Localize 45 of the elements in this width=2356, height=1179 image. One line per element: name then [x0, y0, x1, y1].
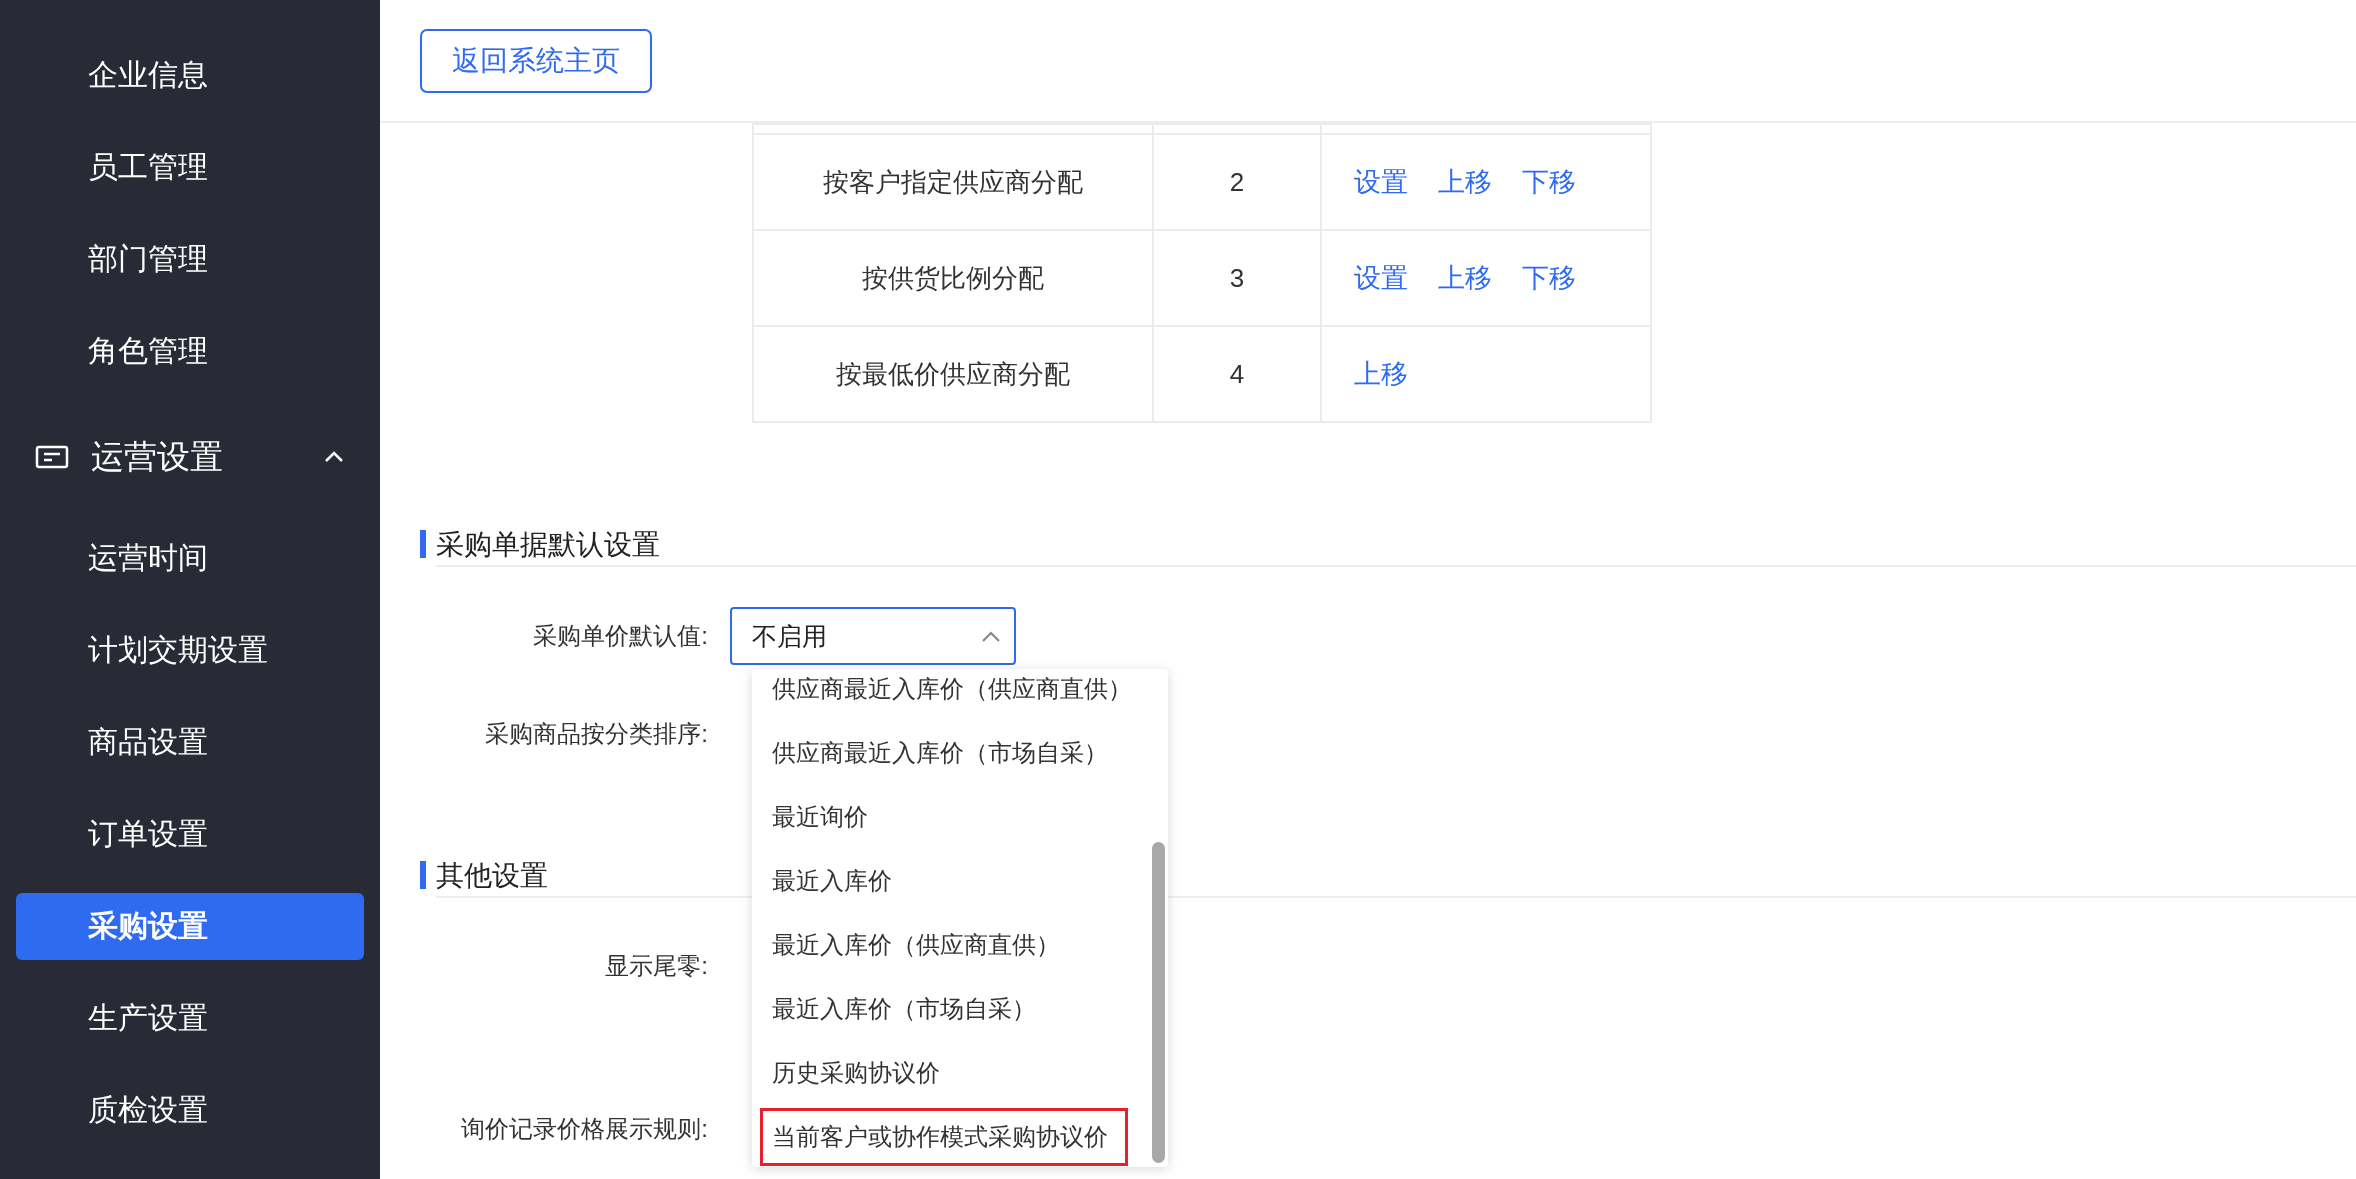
action-link[interactable]: 下移	[1522, 260, 1576, 296]
table-cell: 3	[1153, 230, 1321, 326]
table-cell: 2	[1153, 134, 1321, 230]
dropdown-option[interactable]: 最近询价	[752, 785, 1168, 849]
field-label: 显示尾零:	[604, 951, 709, 981]
chevron-icon	[324, 451, 344, 463]
action-link[interactable]: 上移	[1438, 260, 1492, 296]
sidebar-item[interactable]: 部门管理	[16, 226, 364, 293]
table-cell: 按最低价供应商分配	[753, 326, 1153, 422]
sidebar-item[interactable]: 企业信息	[16, 42, 364, 109]
sidebar-item[interactable]: 计划交期设置	[16, 617, 364, 684]
scrollbar-thumb[interactable]	[1152, 842, 1165, 1163]
action-link[interactable]: 设置	[1354, 164, 1408, 200]
sidebar-item[interactable]: 采购设置	[16, 893, 364, 960]
dropdown-option[interactable]: 供应商最近入库价（市场自采）	[752, 721, 1168, 785]
table-cell: 按客户指定供应商分配	[753, 134, 1153, 230]
sidebar-item[interactable]: 订单设置	[16, 801, 364, 868]
action-link[interactable]: 上移	[1438, 164, 1492, 200]
field-label: 采购单价默认值:	[532, 621, 709, 651]
dropdown-option[interactable]: 当前客户或协作模式采购协议价	[760, 1108, 1128, 1166]
section-marker	[420, 861, 426, 889]
section-title: 采购单据默认设置	[436, 525, 2356, 567]
field-label: 询价记录价格展示规则:	[460, 1114, 709, 1144]
sidebar-item[interactable]: 质检设置	[16, 1077, 364, 1144]
dropdown-option[interactable]: 最近入库价（市场自采）	[752, 977, 1168, 1041]
dropdown-option[interactable]: 历史采购协议价	[752, 1041, 1168, 1105]
table-cell: 按供货比例分配	[753, 230, 1153, 326]
sidebar-item[interactable]: 生产设置	[16, 985, 364, 1052]
sidebar-item[interactable]: 员工管理	[16, 134, 364, 201]
table-cell: 4	[1153, 326, 1321, 422]
dropdown-option[interactable]: 供应商最近入库价（供应商直供）	[752, 669, 1168, 721]
list-icon	[35, 445, 69, 469]
dropdown-option[interactable]: 最近入库价（供应商直供）	[752, 913, 1168, 977]
sidebar-item[interactable]: 运营时间	[16, 525, 364, 592]
action-link[interactable]: 设置	[1354, 260, 1408, 296]
price-select[interactable]: 不启用	[730, 607, 1016, 665]
section-marker	[420, 530, 426, 558]
sidebar-item[interactable]: 角色管理	[16, 318, 364, 385]
chevron-icon	[982, 630, 1000, 642]
action-link[interactable]: 上移	[1354, 356, 1408, 392]
field-label: 采购商品按分类排序:	[484, 719, 709, 749]
back-button[interactable]: 返回系统主页	[420, 29, 652, 93]
sidebar-group-header[interactable]: 运营设置	[0, 427, 380, 487]
action-link[interactable]: 下移	[1522, 164, 1576, 200]
sidebar-item[interactable]: 商品设置	[16, 709, 364, 776]
